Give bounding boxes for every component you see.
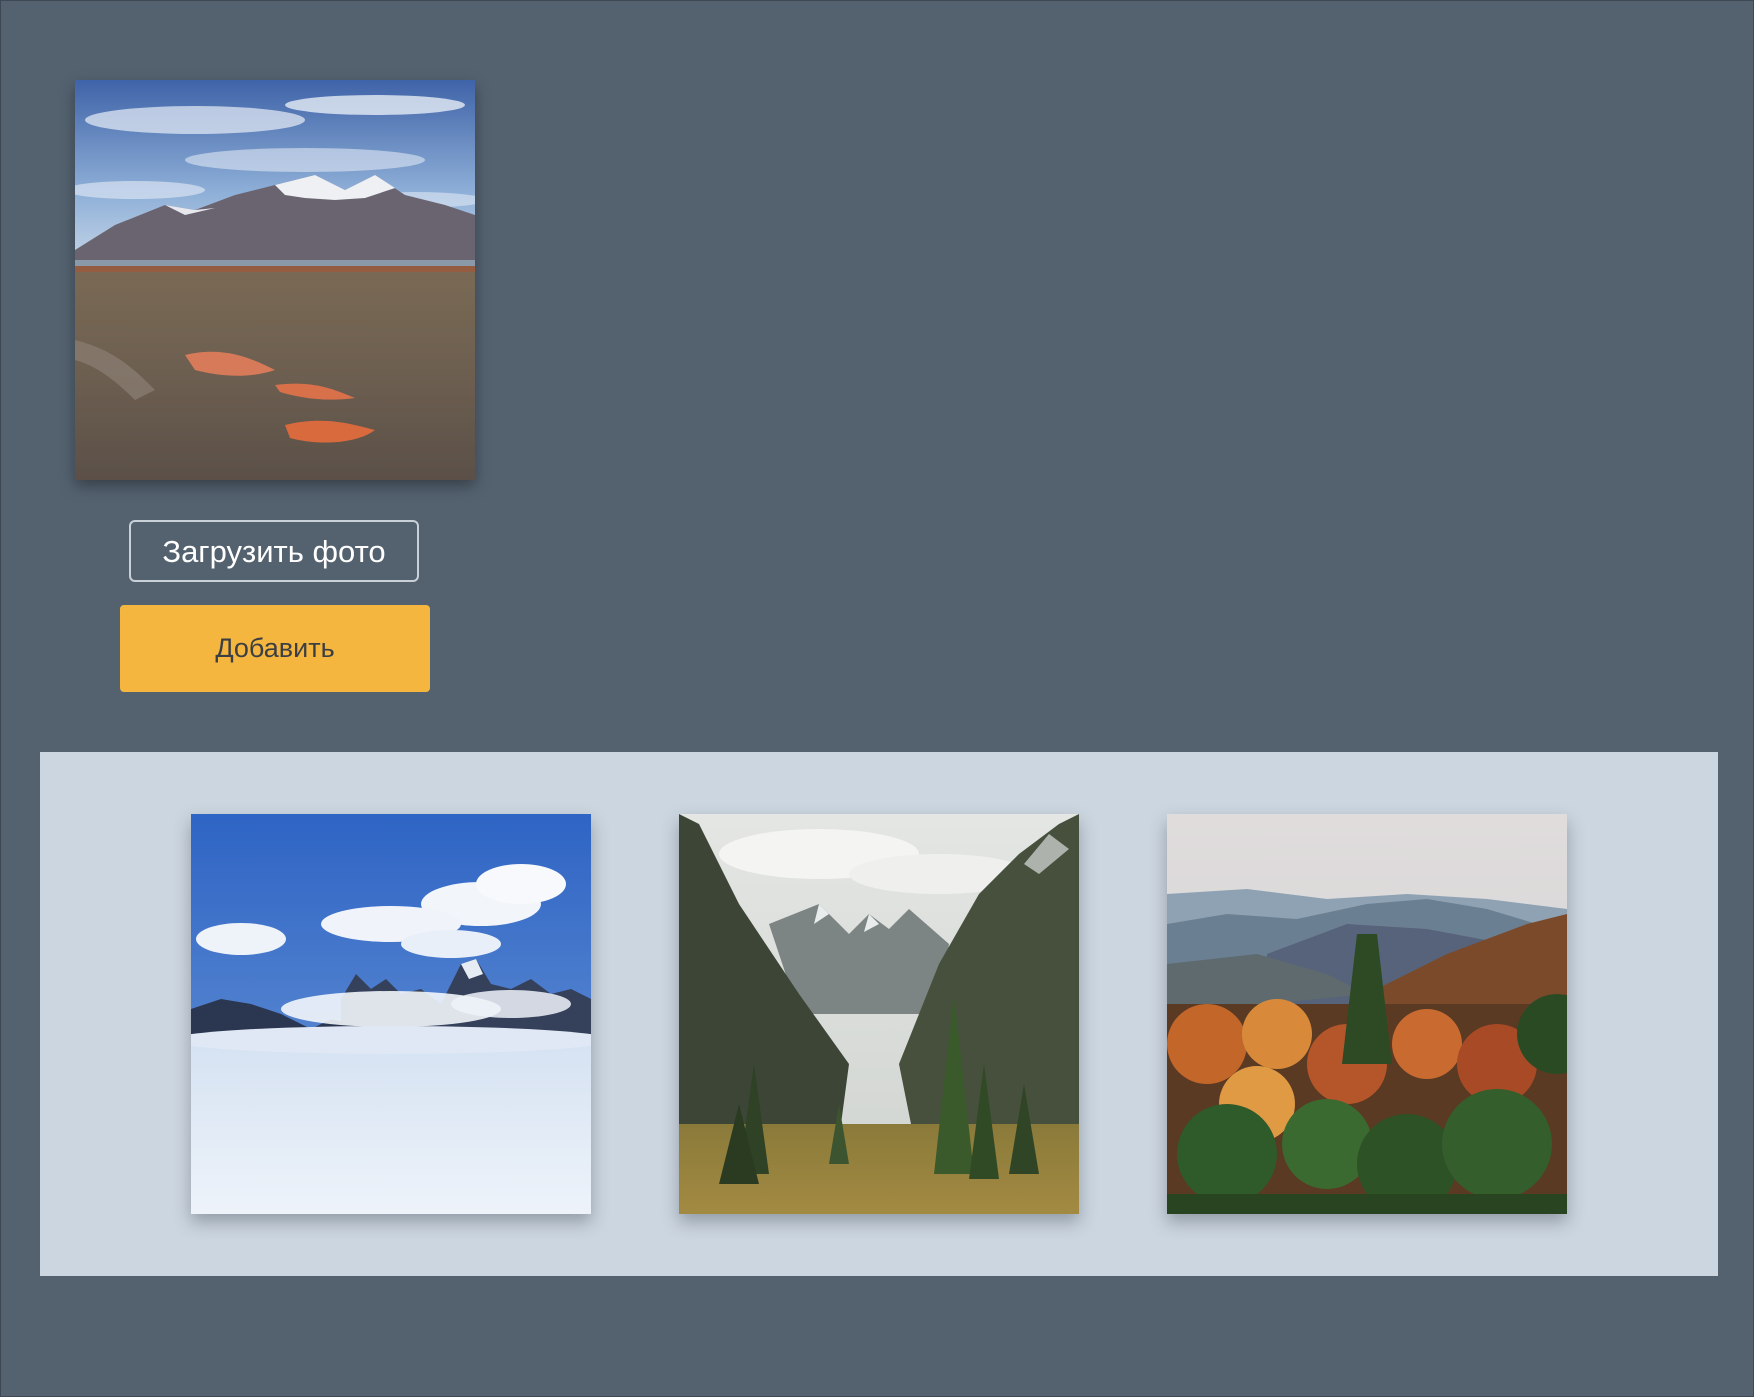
photo-gallery: [40, 752, 1718, 1276]
gallery-item[interactable]: [679, 814, 1079, 1214]
mountain-tundra-image: [75, 80, 475, 480]
add-button[interactable]: Добавить: [120, 605, 430, 692]
peaks-above-clouds-image: [191, 814, 591, 1214]
add-button-label: Добавить: [215, 633, 335, 663]
upload-photo-button[interactable]: Загрузить фото: [129, 520, 419, 582]
gallery-item[interactable]: [191, 814, 591, 1214]
mountain-valley-forest-image: [679, 814, 1079, 1214]
gallery-item[interactable]: [1167, 814, 1567, 1214]
upload-photo-label: Загрузить фото: [162, 534, 386, 569]
photo-preview: [75, 80, 475, 480]
autumn-forest-hills-image: [1167, 814, 1567, 1214]
